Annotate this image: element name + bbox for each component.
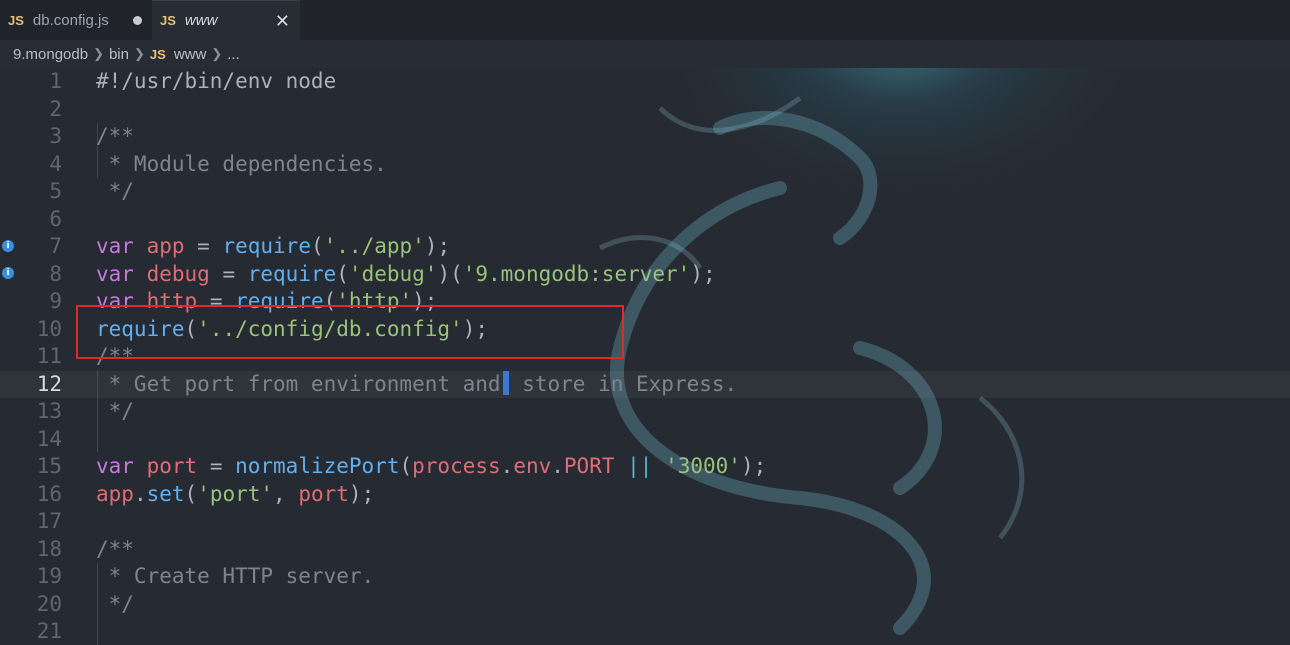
line-number[interactable]: 10 [0, 316, 62, 344]
unsaved-dot-icon[interactable] [133, 15, 142, 25]
code-line[interactable]: 15 var port = normalizePort(process.env.P… [0, 453, 1290, 481]
breadcrumb: 9.mongodb ❯ bin ❯ JS www ❯ ... [0, 40, 1290, 68]
code-text[interactable]: */ [96, 398, 134, 426]
line-number[interactable]: 16 [0, 481, 62, 509]
code-text[interactable]: app.set('port', port); [96, 481, 374, 509]
breadcrumb-folder-9-mongodb[interactable]: 9.mongodb [13, 46, 88, 63]
code-text[interactable]: * Module dependencies. [96, 151, 387, 179]
line-number[interactable]: 11 [0, 343, 62, 371]
line-number[interactable]: 21 [0, 618, 62, 645]
line-number[interactable]: 3 [0, 123, 62, 151]
chevron-right-icon: ❯ [134, 46, 145, 61]
code-line[interactable]: 18 /** [0, 536, 1290, 564]
code-line[interactable]: 5 */ [0, 178, 1290, 206]
close-icon[interactable]: ✕ [275, 12, 290, 30]
line-number[interactable]: 17 [0, 508, 62, 536]
code-line[interactable]: 3 /** [0, 123, 1290, 151]
code-line[interactable]: 12 * Get port from environment and store… [0, 370, 1290, 399]
tab-label: www [184, 12, 218, 29]
tab-label: db.config.js [32, 11, 109, 29]
tab-bar: JS db.config.js JS www ✕ [0, 0, 1290, 40]
code-line[interactable]: 2 [0, 96, 1290, 124]
line-number[interactable]: 19 [0, 563, 62, 591]
line-number[interactable]: 13 [0, 398, 62, 426]
highlight-annotation-box [76, 305, 624, 359]
code-line[interactable]: 6 [0, 206, 1290, 234]
code-line[interactable]: 19 * Create HTTP server. [0, 563, 1290, 591]
line-number[interactable]: 14 [0, 426, 62, 454]
line-number[interactable]: 15 [0, 453, 62, 481]
code-text[interactable]: var app = require('../app'); [96, 233, 450, 261]
code-text[interactable]: */ [96, 178, 134, 206]
breadcrumb-file-www[interactable]: www [174, 46, 207, 63]
code-line[interactable]: 7 var app = require('../app'); [0, 233, 1290, 261]
breadcrumb-symbols[interactable]: ... [227, 46, 240, 63]
line-number[interactable]: 4 [0, 151, 62, 179]
js-file-icon: JS [160, 13, 176, 28]
code-text[interactable]: var debug = require('debug')('9.mongodb:… [96, 261, 716, 289]
text-cursor [502, 370, 509, 395]
code-line[interactable]: 17 [0, 508, 1290, 536]
js-file-icon: JS [8, 12, 24, 28]
code-line[interactable]: 8 var debug = require('debug')('9.mongodb… [0, 261, 1290, 289]
line-number[interactable]: 1 [0, 68, 62, 96]
code-line[interactable]: 1 #!/usr/bin/env node [0, 68, 1290, 96]
code-line[interactable]: 4 * Module dependencies. [0, 151, 1290, 179]
code-editor[interactable]: i i 1 #!/usr/bin/env node 2 3/** 4 * Module … [0, 68, 1290, 645]
code-text[interactable]: * Create HTTP server. [96, 563, 375, 591]
code-line[interactable]: 20 */ [0, 591, 1290, 619]
code-line[interactable]: 21 [0, 618, 1290, 645]
code-text[interactable]: var port = normalizePort(process.env.POR… [96, 453, 766, 481]
line-number[interactable]: 6 [0, 206, 62, 234]
code-line[interactable]: 13 */ [0, 398, 1290, 426]
code-line[interactable]: 16 app.set('port', port); [0, 481, 1290, 509]
line-number[interactable]: 18 [0, 536, 62, 564]
tab-www[interactable]: JS www ✕ [152, 0, 300, 40]
line-number[interactable]: 2 [0, 96, 62, 124]
line-number[interactable]: 9 [0, 288, 62, 316]
line-number[interactable]: 12 [0, 371, 62, 399]
chevron-right-icon: ❯ [211, 46, 223, 61]
code-text[interactable]: */ [96, 591, 134, 619]
code-text[interactable]: /** [96, 123, 134, 151]
line-number[interactable]: 8 [0, 261, 62, 289]
code-text[interactable]: /** [96, 536, 134, 564]
chevron-right-icon: ❯ [93, 46, 104, 61]
tab-db-config[interactable]: JS db.config.js [0, 0, 152, 40]
breadcrumb-folder-bin[interactable]: bin [109, 46, 129, 63]
line-number[interactable]: 5 [0, 178, 62, 206]
line-number[interactable]: 20 [0, 591, 62, 619]
code-text[interactable]: * Get port from environment and store in… [96, 370, 737, 399]
js-file-icon: JS [149, 46, 166, 62]
code-line[interactable]: 14 [0, 426, 1290, 454]
code-text[interactable]: #!/usr/bin/env node [96, 68, 336, 96]
line-number[interactable]: 7 [0, 233, 62, 261]
